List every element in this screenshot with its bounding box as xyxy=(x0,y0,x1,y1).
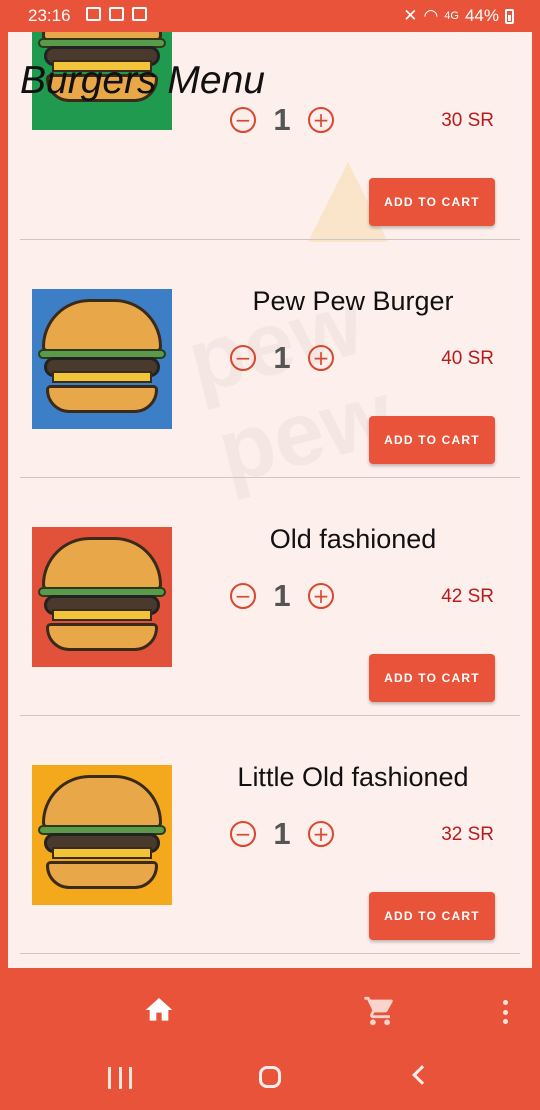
increase-quantity-button[interactable]: + xyxy=(308,345,334,371)
page-title: Burgers Menu xyxy=(20,59,265,102)
cart-icon[interactable] xyxy=(362,994,398,1028)
decrease-quantity-button[interactable]: − xyxy=(230,821,256,847)
cheeseburger-image xyxy=(38,537,166,657)
item-name: Little Old fashioned xyxy=(237,762,469,792)
status-bar: 23:16 ✕ ◠ 4G 44% xyxy=(0,0,540,32)
notification-icons xyxy=(86,7,147,21)
item-name: Pew Pew Burger xyxy=(252,286,454,316)
menu-item: Little Old fashioned − 1 + 32 SR ADD TO … xyxy=(8,716,532,954)
recent-apps-icon[interactable] xyxy=(108,1067,132,1089)
add-to-cart-button[interactable]: ADD TO CART xyxy=(369,892,495,940)
battery-icon xyxy=(505,8,514,24)
battery-percent: 44% xyxy=(464,6,499,25)
increase-quantity-button[interactable]: + xyxy=(308,583,334,609)
quantity-value: 1 xyxy=(273,578,291,613)
system-navigation-bar xyxy=(0,1050,540,1110)
camera-notification-icon xyxy=(132,7,147,21)
burger-thumbnail xyxy=(32,765,172,905)
back-icon[interactable] xyxy=(412,1065,432,1085)
quantity-stepper: − 1 + xyxy=(230,578,334,613)
quantity-value: 1 xyxy=(273,102,291,137)
item-name: Old fashioned xyxy=(269,524,437,554)
gallery-notification-icon xyxy=(86,7,101,21)
decrease-quantity-button[interactable]: − xyxy=(230,107,256,133)
quantity-value: 1 xyxy=(273,340,291,375)
price-label: 42 SR xyxy=(441,586,494,607)
status-right: ✕ ◠ 4G 44% xyxy=(403,6,514,26)
system-home-icon[interactable] xyxy=(259,1066,281,1088)
signal-label: 4G xyxy=(444,10,459,22)
burger-thumbnail xyxy=(32,527,172,667)
decrease-quantity-button[interactable]: − xyxy=(230,345,256,371)
double-cheeseburger-image xyxy=(38,299,166,419)
quantity-stepper: − 1 + xyxy=(230,816,334,851)
quantity-stepper: − 1 + xyxy=(230,102,334,137)
item-divider xyxy=(20,953,520,954)
burger-thumbnail xyxy=(32,289,172,429)
menu-item: Pew Pew Burger − 1 + 40 SR ADD TO CART xyxy=(8,240,532,478)
add-to-cart-button[interactable]: ADD TO CART xyxy=(369,654,495,702)
bottom-navigation xyxy=(0,972,540,1050)
quantity-value: 1 xyxy=(273,816,291,851)
cheeseburger-image xyxy=(38,775,166,895)
home-icon[interactable] xyxy=(142,994,176,1026)
menu-list[interactable]: − 1 + 30 SR ADD TO CART Pew Pew Burger −… xyxy=(8,32,532,968)
increase-quantity-button[interactable]: + xyxy=(308,821,334,847)
increase-quantity-button[interactable]: + xyxy=(308,107,334,133)
add-to-cart-button[interactable]: ADD TO CART xyxy=(369,178,495,226)
wifi-icon: ◠ xyxy=(423,6,439,25)
mute-icon: ✕ xyxy=(403,6,418,25)
price-label: 32 SR xyxy=(441,824,494,845)
decrease-quantity-button[interactable]: − xyxy=(230,583,256,609)
price-label: 40 SR xyxy=(441,348,494,369)
add-to-cart-button[interactable]: ADD TO CART xyxy=(369,416,495,464)
price-label: 30 SR xyxy=(441,110,494,131)
menu-item: Old fashioned − 1 + 42 SR ADD TO CART xyxy=(8,478,532,716)
menu-screen: pew pew − 1 + 30 SR ADD TO CART Pew Pew … xyxy=(8,32,532,968)
app-notification-icon xyxy=(109,7,124,21)
quantity-stepper: − 1 + xyxy=(230,340,334,375)
more-vert-icon[interactable] xyxy=(498,1000,512,1024)
status-time: 23:16 xyxy=(28,6,71,25)
